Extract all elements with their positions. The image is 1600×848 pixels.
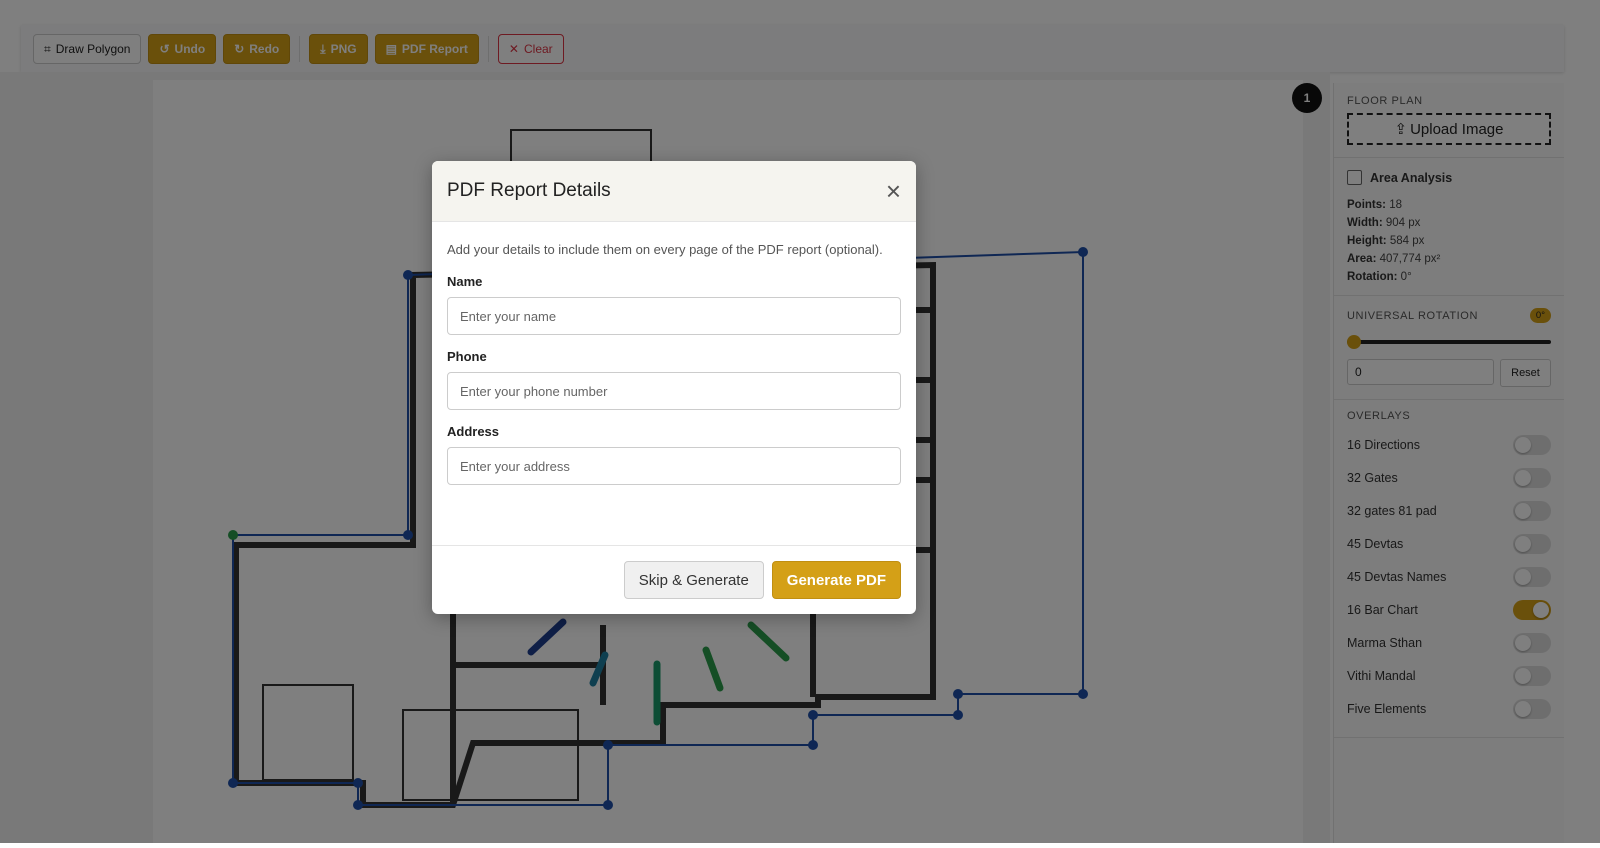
name-label: Name [447,274,483,289]
modal-description: Add your details to include them on ever… [447,242,883,257]
modal-footer: Skip & Generate Generate PDF [432,545,916,614]
modal-header: PDF Report Details × [432,161,916,222]
phone-label: Phone [447,349,487,364]
skip-generate-button[interactable]: Skip & Generate [623,561,764,599]
address-input[interactable] [447,447,901,485]
address-label: Address [447,424,500,439]
modal-title: PDF Report Details [447,180,611,201]
name-input[interactable] [447,297,901,335]
pdf-report-modal: PDF Report Details × Add your details to… [432,161,916,614]
generate-pdf-button[interactable]: Generate PDF [771,561,901,599]
close-icon[interactable]: × [886,178,901,204]
modal-body: Add your details to include them on ever… [432,222,916,499]
phone-input[interactable] [447,372,901,410]
